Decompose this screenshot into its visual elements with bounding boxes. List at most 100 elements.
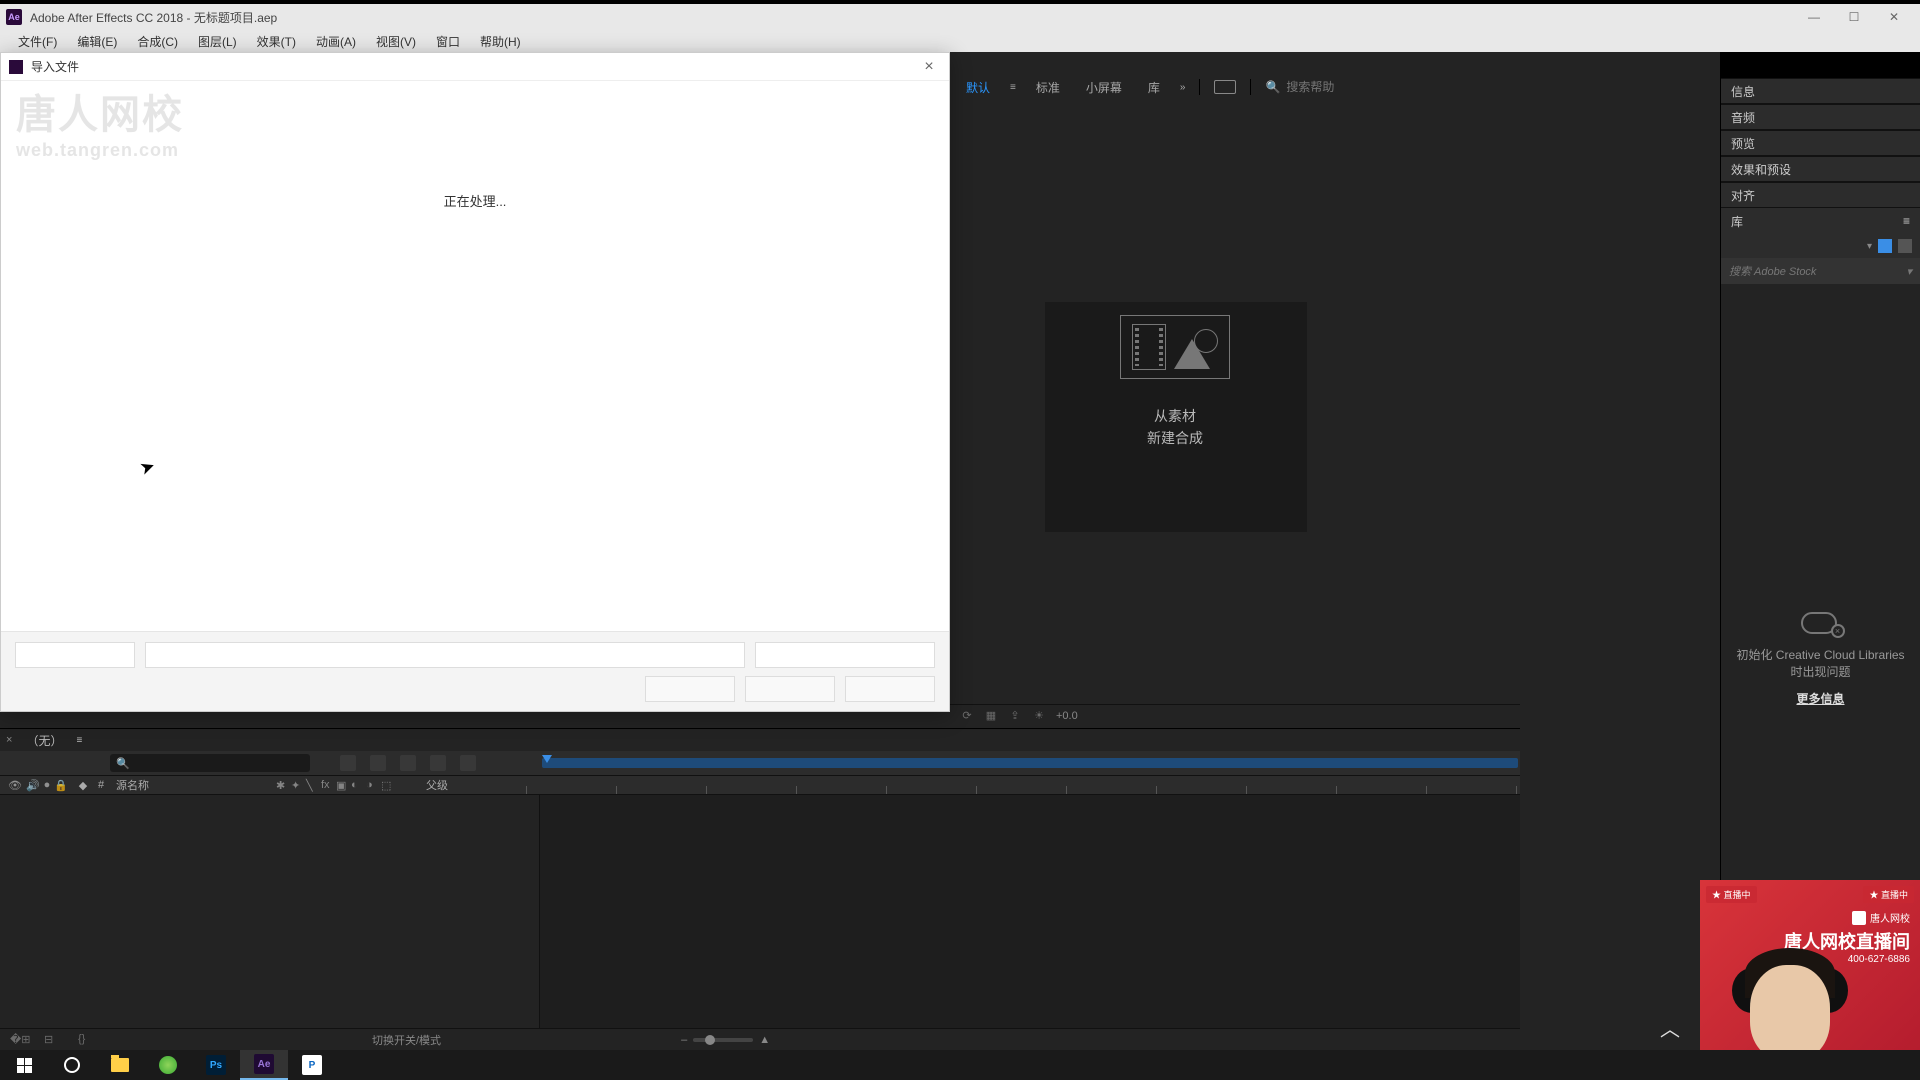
- timeline-tab-menu-icon[interactable]: ≡: [76, 735, 82, 746]
- time-ruler[interactable]: [526, 776, 1520, 794]
- scroll-up-icon[interactable]: ︿: [1660, 1013, 1680, 1042]
- app-icon: Ae: [6, 9, 22, 25]
- menu-composition[interactable]: 合成(C): [127, 30, 188, 52]
- library-grid-view-icon[interactable]: [1878, 239, 1892, 253]
- timeline-tab-close[interactable]: ×: [6, 734, 12, 746]
- switch-frameblend-icon[interactable]: ▣: [336, 779, 348, 791]
- webcam-phone: 400-627-6886: [1848, 954, 1910, 965]
- workspace-standard[interactable]: 标准: [1030, 77, 1066, 98]
- panel-align[interactable]: 对齐: [1721, 182, 1920, 208]
- workspace-default[interactable]: 默认: [960, 77, 996, 98]
- composition-placeholder[interactable]: 从素材 新建合成: [1070, 282, 1280, 482]
- dialog-cancel-button[interactable]: [845, 676, 935, 702]
- menu-file[interactable]: 文件(F): [8, 30, 67, 52]
- taskbar-app[interactable]: P: [288, 1050, 336, 1080]
- display-settings-icon[interactable]: [1214, 80, 1236, 94]
- viewer-share-icon[interactable]: ⇪: [1008, 709, 1022, 723]
- live-badge: ★ 直播中: [1863, 886, 1914, 903]
- zoom-out-icon[interactable]: –: [681, 1034, 687, 1046]
- workspace-overflow-icon[interactable]: »: [1180, 82, 1186, 93]
- menu-effect[interactable]: 效果(T): [247, 30, 306, 52]
- parent-column[interactable]: 父级: [426, 777, 526, 793]
- taskbar-start-button[interactable]: [0, 1050, 48, 1080]
- timeline-navigator[interactable]: [542, 758, 1518, 768]
- browser-icon: [159, 1056, 177, 1074]
- eye-column-icon[interactable]: 👁: [8, 779, 22, 792]
- lock-column-icon[interactable]: 🔒: [54, 779, 68, 792]
- toggle-switches-modes[interactable]: 切换开关/模式: [372, 1032, 441, 1048]
- taskbar-cortana-button[interactable]: [48, 1050, 96, 1080]
- window-close-button[interactable]: ✕: [1874, 6, 1914, 28]
- switch-adjust-icon[interactable]: ◑: [366, 779, 378, 791]
- switch-collapse-icon[interactable]: ✦: [291, 779, 303, 791]
- dialog-open-button[interactable]: [745, 676, 835, 702]
- workspace-switcher-bar: 默认 ≡ 标准 小屏幕 库 » 🔍: [950, 74, 1720, 100]
- index-column: #: [98, 779, 116, 791]
- dialog-filetype-combo[interactable]: [755, 642, 935, 668]
- timeline-zoom-slider[interactable]: – ▲: [681, 1034, 770, 1046]
- workspace-library[interactable]: 库: [1142, 77, 1166, 98]
- viewer-footer: ⟳ ▦ ⇪ ☀ +0.0: [950, 704, 1520, 726]
- panel-preview[interactable]: 预览: [1721, 130, 1920, 156]
- solo-column-icon[interactable]: ●: [44, 779, 51, 792]
- label-column-icon[interactable]: ◆: [68, 779, 98, 792]
- playhead-icon[interactable]: [542, 755, 552, 763]
- timeline-foot-brace-icon[interactable]: {}: [78, 1033, 92, 1047]
- panel-audio[interactable]: 音频: [1721, 104, 1920, 130]
- window-minimize-button[interactable]: —: [1794, 6, 1834, 28]
- menu-view[interactable]: 视图(V): [366, 30, 426, 52]
- menu-help[interactable]: 帮助(H): [470, 30, 531, 52]
- switch-3d-icon[interactable]: ⬚: [381, 779, 393, 791]
- timeline-foot-icon[interactable]: ⊟: [44, 1033, 58, 1047]
- windows-logo-icon: [17, 1058, 32, 1073]
- switch-quality-icon[interactable]: ╲: [306, 779, 318, 791]
- switch-motionblur-icon[interactable]: ◐: [351, 779, 363, 791]
- timeline-tab-label[interactable]: （无）: [18, 730, 70, 751]
- source-name-column[interactable]: 源名称: [116, 777, 276, 793]
- timeline-foot-icon[interactable]: �⊞: [10, 1033, 24, 1047]
- timeline-search[interactable]: 🔍: [110, 754, 310, 772]
- library-dropdown-icon[interactable]: ▾: [1867, 241, 1872, 252]
- menu-window[interactable]: 窗口: [426, 30, 470, 52]
- switch-shy-icon[interactable]: ✱: [276, 779, 288, 791]
- viewer-exposure-icon[interactable]: ☀: [1032, 709, 1046, 723]
- zoom-in-icon[interactable]: ▲: [759, 1034, 770, 1046]
- taskbar-after-effects[interactable]: Ae: [240, 1050, 288, 1080]
- taskbar-photoshop[interactable]: Ps: [192, 1050, 240, 1080]
- viewer-grid-icon[interactable]: ▦: [984, 709, 998, 723]
- webcam-logo-text: 唐人网校: [1870, 910, 1910, 925]
- panel-library-menu-icon[interactable]: ≡: [1903, 214, 1910, 228]
- viewer-exposure-value[interactable]: +0.0: [1056, 710, 1078, 722]
- timeline-tool-icon[interactable]: [460, 755, 476, 771]
- library-search-input[interactable]: 搜索 Adobe Stock: [1729, 263, 1816, 279]
- window-maximize-button[interactable]: ☐: [1834, 6, 1874, 28]
- timeline-tool-icon[interactable]: [400, 755, 416, 771]
- dialog-close-button[interactable]: ×: [917, 58, 941, 76]
- dialog-import-button[interactable]: [645, 676, 735, 702]
- library-search-dropdown-icon[interactable]: ▾: [1906, 265, 1912, 278]
- speaker-column-icon[interactable]: 🔊: [26, 779, 40, 792]
- help-search-input[interactable]: [1286, 80, 1396, 94]
- viewer-refresh-icon[interactable]: ⟳: [960, 709, 974, 723]
- library-more-info-link[interactable]: 更多信息: [1796, 690, 1844, 707]
- menu-edit[interactable]: 编辑(E): [67, 30, 127, 52]
- panel-library[interactable]: 库: [1731, 213, 1743, 230]
- taskbar-browser[interactable]: [144, 1050, 192, 1080]
- panel-effects-presets[interactable]: 效果和预设: [1721, 156, 1920, 182]
- workspace-menu-icon[interactable]: ≡: [1010, 82, 1016, 93]
- new-comp-from-footage-icon: [1120, 315, 1230, 379]
- taskbar-file-explorer[interactable]: [96, 1050, 144, 1080]
- library-list-view-icon[interactable]: [1898, 239, 1912, 253]
- timeline-tool-icon[interactable]: [430, 755, 446, 771]
- track-area[interactable]: [540, 795, 1520, 1028]
- menu-animation[interactable]: 动画(A): [306, 30, 366, 52]
- switch-fx-icon[interactable]: fx: [321, 779, 333, 791]
- workspace-small-screen[interactable]: 小屏幕: [1080, 77, 1128, 98]
- layer-list-area[interactable]: [0, 795, 540, 1028]
- panel-info[interactable]: 信息: [1721, 78, 1920, 104]
- timeline-tool-icon[interactable]: [370, 755, 386, 771]
- timeline-tool-icon[interactable]: [340, 755, 356, 771]
- menu-layer[interactable]: 图层(L): [188, 30, 247, 52]
- dialog-filename-input[interactable]: [145, 642, 745, 668]
- search-icon: 🔍: [1265, 80, 1280, 94]
